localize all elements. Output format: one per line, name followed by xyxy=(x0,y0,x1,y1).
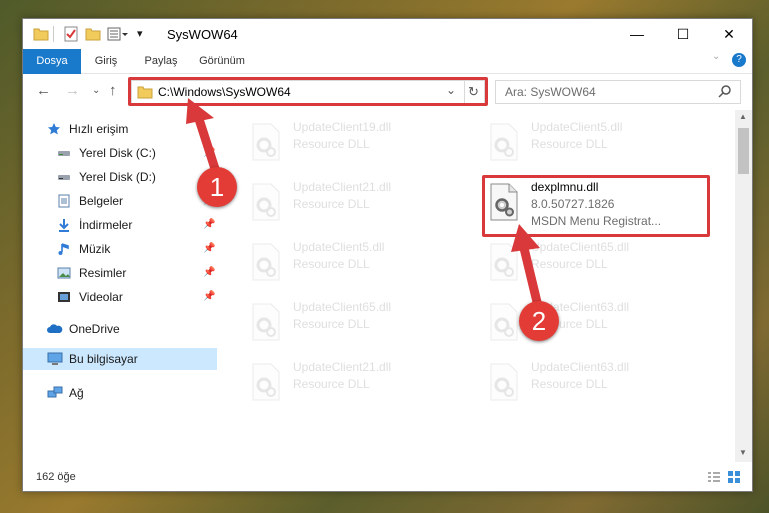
arrow-2-head xyxy=(511,224,540,252)
arrow-2 xyxy=(519,243,542,307)
step-badge-2: 2 xyxy=(519,301,559,341)
arrow-1-head xyxy=(186,98,214,124)
step-badge-1: 1 xyxy=(197,167,237,207)
annotation-arrows xyxy=(186,98,542,307)
